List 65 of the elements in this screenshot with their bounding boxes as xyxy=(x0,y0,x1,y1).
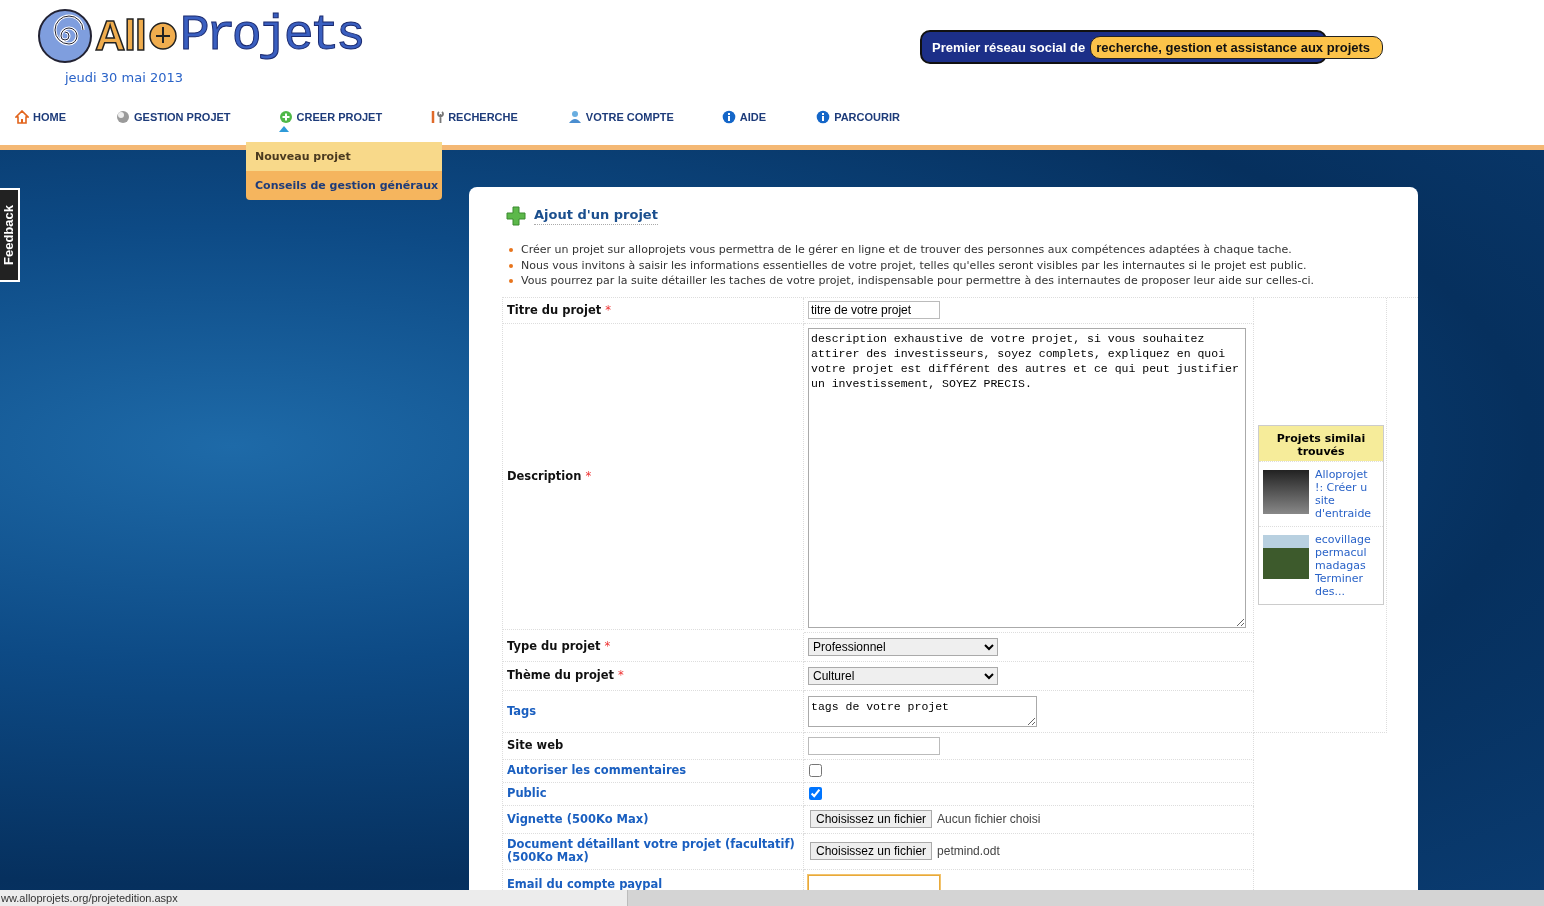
field-label: Tags xyxy=(507,704,537,718)
logo-text: Projets xyxy=(179,10,362,62)
nav-link[interactable]: RECHERCHE xyxy=(430,110,518,132)
photo-placeholder xyxy=(1263,469,1309,514)
panel-title: Projets similai trouvés xyxy=(1259,425,1383,461)
user-icon xyxy=(567,110,582,124)
status-url: ww.alloprojets.org/projetedition.aspx xyxy=(0,890,628,906)
tagline-text: Premier réseau social de xyxy=(932,39,1086,55)
field-label: Public xyxy=(507,787,547,800)
nav-link[interactable]: GESTION PROJET xyxy=(116,110,231,132)
menu-item[interactable]: Conseils de gestion généraux xyxy=(246,171,442,200)
tags-field[interactable]: tags de votre projet xyxy=(808,695,1037,727)
sphere-icon xyxy=(116,110,130,124)
tagline-highlight: recherche, gestion et assistance aux projets xyxy=(1090,35,1384,59)
info-icon xyxy=(721,110,736,124)
intro-text: Vous pourrez par la suite détailler les taches de votre projet, indispensable pour permettre à des internautes de proposer leur aide sur celles-ci. xyxy=(521,273,1315,289)
intro-text: Créer un projet sur alloprojets vous permettra de le gérer en ligne et de trouver des personnes aux compétences adaptées à chaque tache. xyxy=(521,242,1292,258)
field-label: Type du projet xyxy=(507,640,601,653)
required-mark: * xyxy=(605,303,611,317)
field-label: Autoriser les commentaires xyxy=(507,764,687,777)
tools-icon xyxy=(430,110,445,124)
field-label: Email du compte paypal xyxy=(507,877,663,890)
form-title: Ajout d'un projet xyxy=(534,207,658,225)
nav-link[interactable]: PARCOURIR xyxy=(816,110,900,132)
feedback-tab[interactable]: Feedback xyxy=(0,188,20,282)
logo-text: All xyxy=(95,12,146,60)
menu-item[interactable]: Nouveau projet xyxy=(246,142,442,171)
required-mark: * xyxy=(585,469,592,483)
required-mark: * xyxy=(604,640,611,653)
description-field[interactable]: description exhaustive de votre projet, si vous souhaitez attirer des investisseurs, soyez complets, expliquez en quoi votre projet est différent des autres et ce qui peut justifier un investissement, SOYEZ PRECIS. xyxy=(808,327,1246,628)
text-field[interactable]: titre de votre projet xyxy=(808,301,940,319)
checkbox[interactable] xyxy=(809,764,822,777)
field-label: Description xyxy=(507,469,582,483)
file-name: Aucun fichier choisi xyxy=(937,812,1041,826)
dropdown[interactable]: Culturel xyxy=(808,666,998,685)
text-field[interactable] xyxy=(808,875,940,890)
field-label: Thème du projet xyxy=(507,669,615,682)
file-button[interactable]: Choisissez un fichier xyxy=(810,842,933,860)
nav-link[interactable]: HOME xyxy=(15,110,66,132)
photo-placeholder xyxy=(1263,534,1309,579)
text-field[interactable] xyxy=(808,736,940,755)
required-mark: * xyxy=(618,669,624,682)
field-label: Titre du projet xyxy=(507,303,602,317)
field-label: Vignette (500Ko Max) xyxy=(507,812,649,826)
field-label: Document détaillant votre projet (facultatif) (500Ko Max) xyxy=(507,838,796,864)
file-name: petmind.odt xyxy=(937,844,1000,858)
checkbox[interactable] xyxy=(809,787,822,800)
bullet-icon xyxy=(509,263,513,268)
home-icon xyxy=(15,110,29,124)
project-link[interactable]: ecovillage permacul madagas Terminer des... xyxy=(1315,532,1379,598)
info-icon xyxy=(816,110,831,124)
bullet-icon xyxy=(509,248,513,252)
nav-link[interactable]: AIDE xyxy=(721,110,767,132)
spiral-icon xyxy=(37,8,93,64)
project-link[interactable]: Alloprojet !: Créer u site d'entraide xyxy=(1315,467,1379,520)
intro-text: Nous vous invitons à saisir les informations essentielles de votre projet, telles qu'elles seront visibles par les internautes si le projet est public. xyxy=(521,257,1307,273)
plus-circle-icon xyxy=(278,110,293,124)
plus-icon xyxy=(506,206,526,226)
dropdown[interactable]: Professionnel xyxy=(808,637,998,656)
bullet-icon xyxy=(509,279,513,283)
date-text: jeudi 30 mai 2013 xyxy=(65,70,183,85)
field-label: Site web xyxy=(507,739,564,752)
nav-link[interactable]: VOTRE COMPTE xyxy=(567,110,674,132)
nav-link[interactable]: CREER PROJET xyxy=(278,110,383,132)
file-button[interactable]: Choisissez un fichier xyxy=(810,810,933,828)
